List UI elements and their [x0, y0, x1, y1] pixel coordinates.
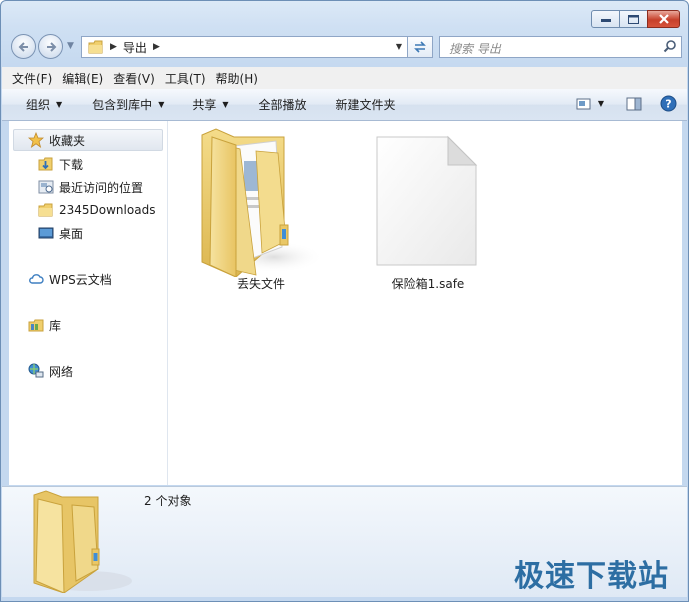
nav-favorites[interactable]: 收藏夹	[13, 129, 163, 151]
refresh-button[interactable]	[408, 36, 433, 58]
breadcrumb-separator-icon[interactable]: ▶	[153, 42, 160, 52]
libraries-icon	[28, 319, 44, 332]
history-dropdown-icon[interactable]: ▼	[67, 41, 74, 51]
nav-network[interactable]: 网络	[28, 361, 73, 381]
nav-network-label: 网络	[49, 364, 74, 379]
search-icon[interactable]	[663, 39, 677, 53]
search-placeholder: 搜索 导出	[449, 42, 501, 56]
explorer-window: ▼ ▶ 导出 ▶ ▼ 搜索 导出 文件(F) 编辑(E) 查看(V) 工具(T)…	[0, 0, 689, 602]
menu-file[interactable]: 文件(F)	[12, 70, 52, 87]
nav-2345downloads[interactable]: 2345Downloads	[38, 200, 155, 220]
caption-buttons	[591, 10, 680, 28]
details-folder-icon	[33, 490, 132, 593]
dropdown-arrow-icon: ▼	[222, 100, 229, 109]
view-controls: ▼ ?	[562, 95, 677, 112]
menu-view[interactable]: 查看(V)	[113, 70, 155, 87]
star-icon	[28, 132, 44, 148]
nav-downloads[interactable]: 下载	[38, 154, 83, 174]
preview-pane-icon[interactable]	[626, 97, 642, 111]
breadcrumb-separator-icon[interactable]: ▶	[110, 42, 117, 52]
include-library-label: 包含到库中	[92, 98, 153, 112]
close-button[interactable]	[647, 10, 680, 28]
cloud-icon	[29, 274, 44, 284]
view-dropdown-icon[interactable]: ▼	[598, 99, 604, 108]
nav-downloads-label: 下载	[59, 157, 84, 172]
folder-icon	[88, 40, 103, 54]
nav-wps-cloud-label: WPS云文档	[49, 272, 112, 287]
menu-edit[interactable]: 编辑(E)	[62, 70, 103, 87]
new-folder-button[interactable]: 新建文件夹	[336, 96, 396, 113]
forward-arrow-icon	[46, 41, 56, 52]
folder-icon	[38, 203, 53, 217]
refresh-icon	[414, 41, 426, 53]
network-icon	[28, 363, 44, 378]
downloads-folder-icon	[38, 157, 53, 171]
include-library-button[interactable]: 包含到库中 ▼	[92, 96, 164, 113]
search-box[interactable]: 搜索 导出	[439, 36, 682, 58]
forward-button[interactable]	[38, 34, 63, 59]
file-name: 保险箱1.safe	[391, 277, 465, 291]
file-list-pane: 丢失文件 保险箱1.safe	[168, 121, 682, 485]
desktop-icon	[38, 227, 54, 239]
nav-2345downloads-label: 2345Downloads	[59, 203, 156, 217]
nav-recent-places[interactable]: 最近访问的位置	[38, 177, 143, 197]
details-pane: 2 个对象 极速下载站	[2, 486, 687, 597]
navigation-row: ▼ ▶ 导出 ▶ ▼ 搜索 导出	[9, 34, 682, 60]
recent-places-icon	[38, 180, 54, 194]
back-arrow-icon	[18, 41, 28, 52]
dropdown-arrow-icon: ▼	[158, 100, 165, 109]
share-label: 共享	[192, 98, 217, 112]
address-dropdown-icon[interactable]: ▼	[396, 42, 402, 51]
organize-label: 组织	[26, 98, 51, 112]
minimize-button[interactable]	[591, 10, 620, 28]
large-folder-icon	[201, 128, 324, 278]
breadcrumb-current[interactable]: 导出	[123, 39, 147, 56]
menu-tools[interactable]: 工具(T)	[165, 70, 206, 87]
back-button[interactable]	[11, 34, 36, 59]
nav-wps-cloud[interactable]: WPS云文档	[28, 269, 112, 289]
menu-help[interactable]: 帮助(H)	[216, 70, 258, 87]
file-item-safe[interactable]: 保险箱1.safe	[368, 135, 488, 295]
new-folder-label: 新建文件夹	[335, 98, 396, 112]
svg-text:?: ?	[665, 98, 671, 111]
nav-desktop-label: 桌面	[59, 226, 84, 241]
play-all-button[interactable]: 全部播放	[259, 96, 307, 113]
watermark-text: 极速下载站	[514, 559, 669, 594]
maximize-button[interactable]	[619, 10, 648, 28]
nav-desktop[interactable]: 桌面	[38, 223, 83, 243]
nav-recent-places-label: 最近访问的位置	[59, 180, 144, 195]
nav-libraries[interactable]: 库	[28, 315, 61, 335]
play-all-label: 全部播放	[258, 98, 307, 112]
close-icon	[658, 14, 669, 24]
generic-file-icon	[376, 135, 478, 266]
navigation-pane: 收藏夹 下载 最近访问的位置 2345Downloads 桌面 WPS云文档 库	[9, 121, 168, 485]
command-bar: 组织 ▼ 包含到库中 ▼ 共享 ▼ 全部播放 新建文件夹 ▼ ?	[2, 89, 687, 121]
dropdown-arrow-icon: ▼	[56, 100, 63, 109]
organize-button[interactable]: 组织 ▼	[26, 96, 62, 113]
menu-bar: 文件(F) 编辑(E) 查看(V) 工具(T) 帮助(H)	[2, 67, 687, 90]
minimize-icon	[600, 19, 611, 22]
share-button[interactable]: 共享 ▼	[192, 96, 228, 113]
folder-name: 丢失文件	[236, 277, 285, 291]
maximize-icon	[628, 14, 639, 24]
address-bar[interactable]: ▶ 导出 ▶ ▼	[81, 36, 408, 58]
item-count: 2 个对象	[144, 494, 192, 508]
nav-favorites-label: 收藏夹	[49, 133, 86, 148]
nav-libraries-label: 库	[49, 318, 62, 333]
change-view-icon[interactable]	[576, 97, 592, 111]
help-icon[interactable]: ?	[660, 95, 677, 112]
folder-item-lost-files[interactable]: 丢失文件	[196, 127, 326, 292]
